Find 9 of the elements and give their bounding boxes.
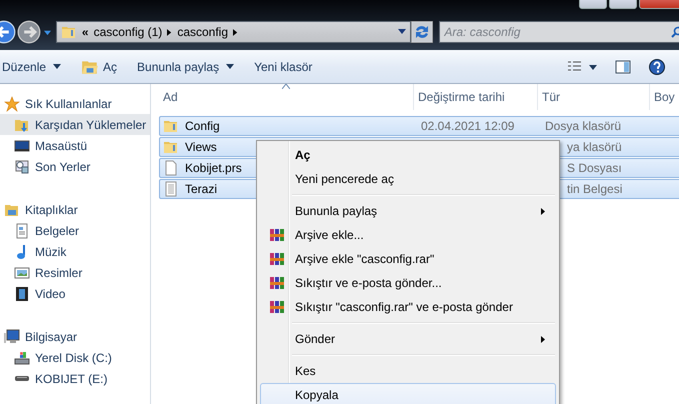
type-cell: S Dosyası [567, 161, 622, 175]
type-cell: Dosya klasörü [545, 119, 622, 133]
file-name: Views [185, 140, 217, 154]
file-name: Terazi [185, 182, 218, 196]
file-name: Kobijet.prs [185, 161, 242, 175]
type-cell: tin Belgesi [567, 182, 622, 196]
date-cell: 02.04.2021 12:09 [421, 119, 514, 133]
type-cell: ya klasörü [567, 140, 622, 154]
file-name: Config [185, 119, 220, 133]
